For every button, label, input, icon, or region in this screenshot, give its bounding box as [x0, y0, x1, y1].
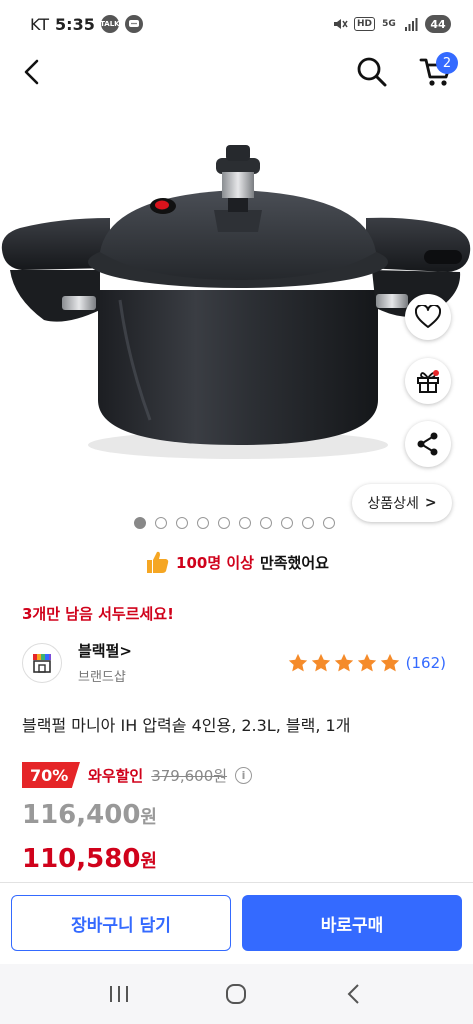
product-detail-button[interactable]: 상품상세 >	[352, 484, 452, 522]
search-icon	[357, 57, 387, 87]
app-header: 2	[0, 48, 473, 96]
review-count: (162)	[405, 654, 446, 672]
product-title: 블랙펄 마니아 IH 압력솥 4인용, 2.3L, 블랙, 1개	[22, 716, 351, 735]
gift-icon	[417, 370, 439, 393]
pressure-cooker-image	[1, 145, 471, 459]
share-icon	[417, 432, 438, 456]
buy-now-button[interactable]: 바로구매	[242, 895, 462, 951]
carousel-dot[interactable]	[239, 517, 251, 529]
stock-alert: 3개만 남음 서두르세요!	[22, 605, 174, 623]
star-icon	[357, 653, 376, 672]
rating[interactable]: (162)	[287, 652, 446, 674]
wow-price: 110,580원	[22, 844, 157, 874]
share-button[interactable]	[405, 421, 451, 467]
system-back-button[interactable]	[334, 974, 374, 1014]
talk-notification-icon: TALK	[100, 15, 120, 33]
seller-name-link[interactable]: 블랙펄>	[78, 640, 132, 661]
carrier-label: KT	[30, 14, 50, 34]
battery-icon: 44	[425, 15, 451, 33]
wow-price-currency: 원	[140, 851, 157, 872]
cart-button[interactable]: 2	[414, 52, 458, 92]
chevron-right-icon: >	[424, 495, 437, 511]
mute-icon	[332, 16, 348, 32]
brand-shop-logo[interactable]	[22, 643, 62, 683]
rating-stars	[287, 652, 401, 674]
wishlist-button[interactable]	[405, 294, 451, 340]
system-nav-bar	[0, 964, 473, 1024]
satisfaction-banner: 100명 이상 만족했어요	[0, 544, 473, 580]
status-bar: KT 5:35 TALK HD 5G 44	[0, 0, 473, 48]
search-button[interactable]	[352, 52, 392, 92]
carousel-dot[interactable]	[281, 517, 293, 529]
satisfaction-suffix: 만족했어요	[259, 553, 329, 572]
carousel-dot[interactable]	[218, 517, 230, 529]
product-image[interactable]	[0, 100, 473, 518]
add-to-cart-button[interactable]: 장바구니 담기	[11, 895, 231, 951]
info-icon[interactable]: i	[235, 766, 253, 784]
product-detail-label: 상품상세	[367, 496, 419, 512]
cart-count-badge: 2	[436, 52, 458, 74]
discount-row: 70% 와우할인 379,600원 i	[22, 761, 253, 789]
discount-rate-badge: 70%	[22, 762, 80, 788]
wow-discount-label: 와우할인	[88, 766, 144, 785]
network-type-icon: 5G	[382, 19, 396, 29]
star-icon	[311, 653, 330, 672]
seller-row: 블랙펄> 브랜드샵 (162)	[22, 640, 452, 688]
system-back-icon	[347, 984, 359, 1004]
original-price: 379,600원	[151, 766, 228, 785]
star-icon	[380, 653, 399, 672]
sale-price-currency: 원	[140, 807, 157, 828]
home-button[interactable]	[216, 974, 256, 1014]
satisfaction-count: 100명 이상	[176, 553, 254, 572]
carousel-dot[interactable]	[302, 517, 314, 529]
home-icon	[226, 984, 247, 1004]
purchase-action-bar: 장바구니 담기 바로구매	[0, 882, 473, 964]
status-right: HD 5G 44	[332, 15, 451, 33]
back-button[interactable]	[14, 54, 50, 90]
star-icon	[334, 653, 353, 672]
thumbs-up-icon	[147, 551, 169, 573]
seller-type: 브랜드샵	[78, 670, 126, 685]
heart-icon	[415, 305, 441, 328]
carousel-dot[interactable]	[260, 517, 272, 529]
carousel-dot[interactable]	[323, 517, 335, 529]
carousel-dot[interactable]	[155, 517, 167, 529]
status-left: KT 5:35 TALK	[30, 15, 143, 34]
clock: 5:35	[55, 14, 95, 34]
carousel-dot[interactable]	[197, 517, 209, 529]
signal-icon	[403, 16, 419, 32]
sale-price-value: 116,400	[22, 800, 141, 830]
store-icon	[33, 654, 51, 673]
hd-voice-icon: HD	[353, 17, 375, 31]
message-notification-icon	[124, 15, 143, 33]
back-arrow-icon	[24, 59, 39, 85]
carousel-indicator	[134, 517, 335, 529]
carousel-dot[interactable]	[176, 517, 188, 529]
wow-price-value: 110,580	[22, 844, 141, 874]
gift-button[interactable]	[405, 358, 451, 404]
recent-apps-icon	[109, 986, 128, 1002]
sale-price: 116,400원	[22, 800, 157, 830]
star-icon	[288, 653, 307, 672]
carousel-dot[interactable]	[134, 517, 146, 529]
recent-apps-button[interactable]	[99, 974, 139, 1014]
